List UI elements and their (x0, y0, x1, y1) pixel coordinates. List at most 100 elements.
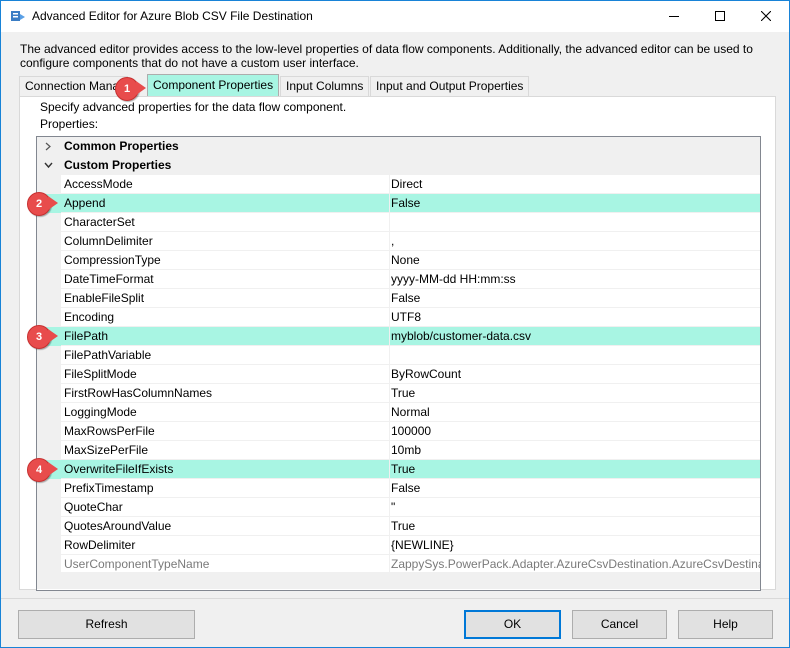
property-row[interactable]: LoggingMode Normal (37, 403, 760, 422)
property-name: RowDelimiter (64, 538, 136, 552)
tab-component-properties[interactable]: Component Properties (147, 74, 280, 96)
ok-button[interactable]: OK (464, 610, 561, 639)
row-gutter (37, 232, 61, 251)
tab-input-columns[interactable]: Input Columns (280, 76, 370, 96)
property-value[interactable]: myblob/customer-data.csv (391, 327, 760, 346)
property-row[interactable]: RowDelimiter {NEWLINE} (37, 536, 760, 555)
property-name: AccessMode (64, 177, 133, 191)
tab-input-output-properties[interactable]: Input and Output Properties (370, 76, 530, 96)
column-separator[interactable] (389, 479, 390, 498)
column-separator[interactable] (389, 422, 390, 441)
cancel-button[interactable]: Cancel (572, 610, 667, 639)
property-value[interactable]: " (391, 498, 760, 517)
column-separator[interactable] (389, 441, 390, 460)
column-separator[interactable] (389, 536, 390, 555)
property-value[interactable]: True (391, 460, 760, 479)
property-row[interactable]: MaxSizePerFile 10mb (37, 441, 760, 460)
property-name: QuotesAroundValue (64, 519, 172, 533)
badge-pointer (48, 462, 58, 476)
property-value[interactable]: ByRowCount (391, 365, 760, 384)
property-name: LoggingMode (64, 405, 137, 419)
column-separator[interactable] (389, 346, 390, 365)
column-separator[interactable] (389, 308, 390, 327)
property-value[interactable]: , (391, 232, 760, 251)
property-row[interactable]: CompressionType None (37, 251, 760, 270)
property-value[interactable]: False (391, 194, 760, 213)
property-row[interactable]: MaxRowsPerFile 100000 (37, 422, 760, 441)
property-row[interactable]: QuoteChar " (37, 498, 760, 517)
row-gutter (37, 384, 61, 403)
property-name: ColumnDelimiter (64, 234, 153, 248)
property-row[interactable]: Encoding UTF8 (37, 308, 760, 327)
refresh-button[interactable]: Refresh (18, 610, 195, 639)
property-value[interactable]: False (391, 289, 760, 308)
property-name: EnableFileSplit (64, 291, 145, 305)
column-separator[interactable] (389, 270, 390, 289)
property-value[interactable]: True (391, 384, 760, 403)
property-row[interactable]: Append False (37, 194, 760, 213)
property-value[interactable]: UTF8 (391, 308, 760, 327)
title-bar: Advanced Editor for Azure Blob CSV File … (1, 1, 789, 32)
property-name: FirstRowHasColumnNames (64, 386, 213, 400)
property-name: Encoding (64, 310, 115, 324)
property-value[interactable]: Direct (391, 175, 760, 194)
column-separator[interactable] (389, 289, 390, 308)
horizontal-scrollbar[interactable] (37, 572, 760, 589)
help-button[interactable]: Help (678, 610, 773, 639)
property-row[interactable]: ColumnDelimiter, (37, 232, 760, 251)
property-name: CompressionType (64, 253, 161, 267)
panel-description: Specify advanced properties for the data… (40, 100, 347, 114)
property-row[interactable]: FilePathVariable (37, 346, 760, 365)
close-button[interactable] (743, 1, 789, 32)
column-separator[interactable] (389, 365, 390, 384)
property-row[interactable]: FirstRowHasColumnNames True (37, 384, 760, 403)
chevron-down-icon[interactable] (44, 161, 53, 169)
properties-label: Properties: (40, 117, 99, 131)
column-separator[interactable] (389, 403, 390, 422)
row-gutter (37, 498, 61, 517)
row-gutter (37, 365, 61, 384)
property-row[interactable]: AccessMode Direct (37, 175, 760, 194)
property-row[interactable]: FilePath myblob/customer-data.csv (37, 327, 760, 346)
property-value[interactable] (391, 213, 760, 232)
maximize-icon (715, 11, 725, 21)
maximize-button[interactable] (697, 1, 743, 32)
property-value[interactable] (391, 346, 760, 365)
property-name: FilePathVariable (64, 348, 152, 362)
column-separator[interactable] (389, 251, 390, 270)
category-custom-properties[interactable]: Custom Properties (37, 156, 760, 175)
property-row[interactable]: QuotesAroundValue True (37, 517, 760, 536)
column-separator[interactable] (389, 517, 390, 536)
property-value[interactable]: {NEWLINE} (391, 536, 760, 555)
category-common-properties[interactable]: Common Properties (37, 137, 760, 156)
column-separator[interactable] (389, 194, 390, 213)
property-row[interactable]: FileSplitMode ByRowCount (37, 365, 760, 384)
chevron-right-icon[interactable] (44, 142, 52, 151)
column-separator[interactable] (389, 327, 390, 346)
property-row[interactable]: CharacterSet (37, 213, 760, 232)
property-value[interactable]: Normal (391, 403, 760, 422)
property-value[interactable]: False (391, 479, 760, 498)
column-separator[interactable] (389, 232, 390, 251)
row-gutter (37, 422, 61, 441)
property-value[interactable]: 10mb (391, 441, 760, 460)
column-separator[interactable] (389, 175, 390, 194)
column-separator[interactable] (389, 213, 390, 232)
property-value[interactable]: None (391, 251, 760, 270)
property-value[interactable]: 100000 (391, 422, 760, 441)
minimize-button[interactable] (651, 1, 697, 32)
row-gutter (37, 536, 61, 555)
column-separator[interactable] (389, 460, 390, 479)
footer-divider (1, 598, 789, 599)
property-name: DateTimeFormat (64, 272, 154, 286)
column-separator[interactable] (389, 498, 390, 517)
column-separator[interactable] (389, 384, 390, 403)
property-row[interactable]: PrefixTimestamp False (37, 479, 760, 498)
property-value[interactable]: True (391, 517, 760, 536)
property-name: MaxRowsPerFile (64, 424, 155, 438)
property-row[interactable]: DateTimeFormat yyyy-MM-dd HH:mm:ss (37, 270, 760, 289)
property-value[interactable]: yyyy-MM-dd HH:mm:ss (391, 270, 760, 289)
tab-connection-managers[interactable]: Connection Managers (19, 76, 128, 96)
property-row[interactable]: EnableFileSplit False (37, 289, 760, 308)
property-row[interactable]: OverwriteFileIfExists True (37, 460, 760, 479)
